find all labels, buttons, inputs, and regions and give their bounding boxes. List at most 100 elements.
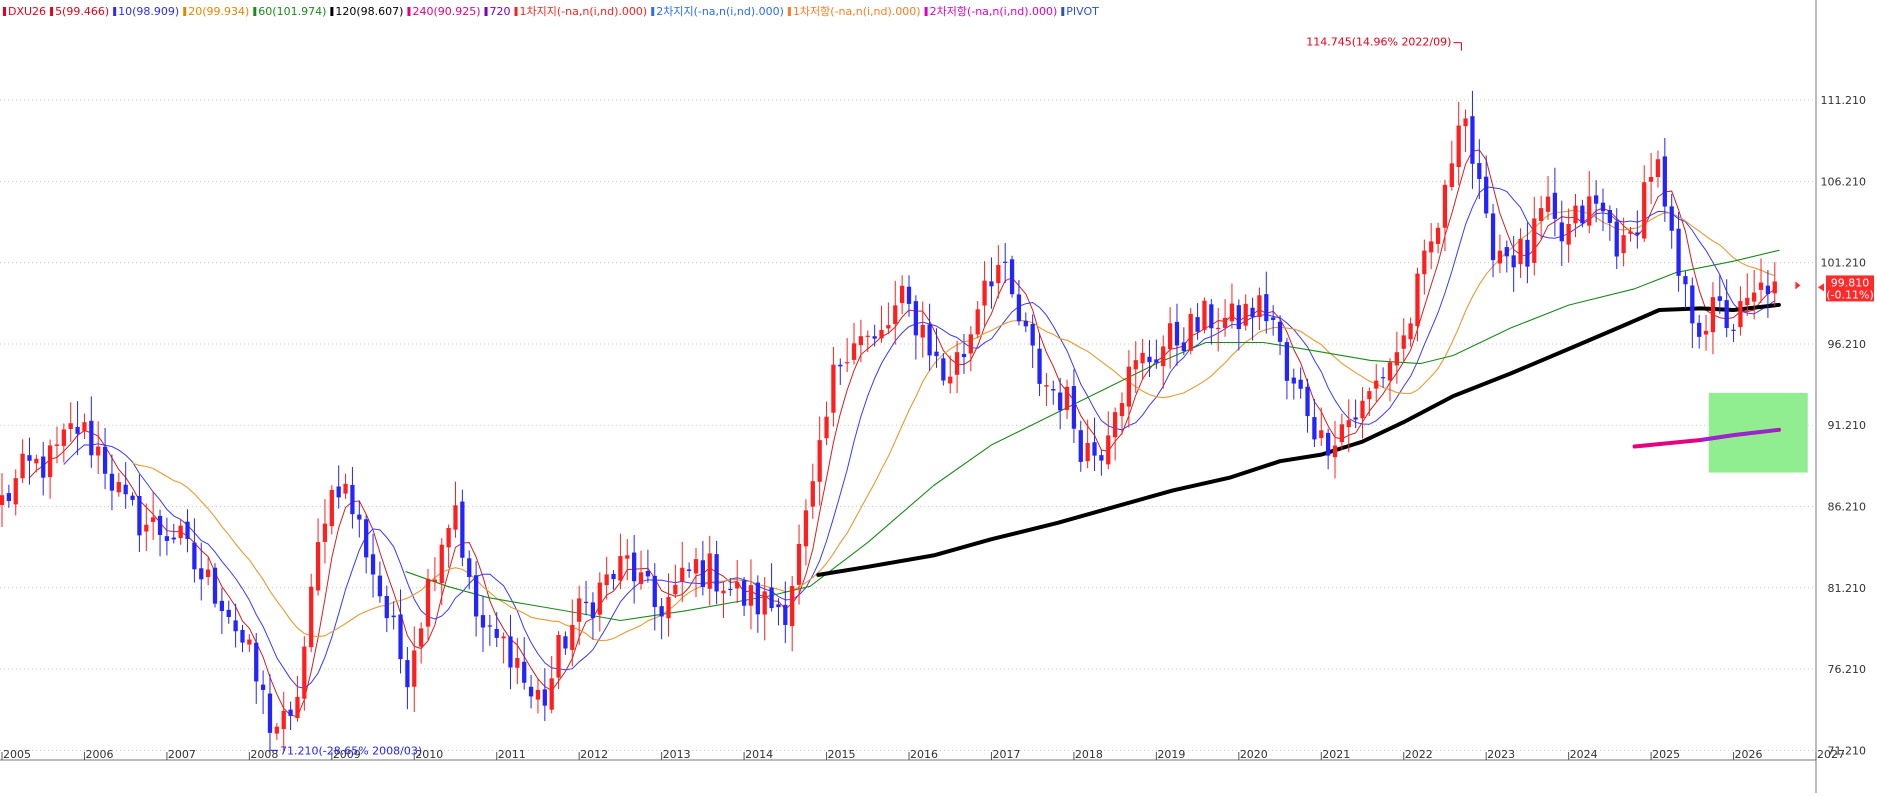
candle-body — [700, 560, 705, 588]
candle-body — [96, 446, 101, 456]
candle-body — [975, 309, 980, 335]
candle-body — [1195, 317, 1200, 332]
candle-body — [1408, 323, 1413, 340]
candle-body — [0, 495, 5, 505]
y-tick-label: 81.210 — [1828, 582, 1867, 595]
candle-body — [1264, 294, 1269, 322]
candle-body — [1724, 300, 1729, 328]
candle-body — [1119, 403, 1125, 417]
candle-body — [783, 604, 788, 625]
candle-body — [1085, 443, 1090, 462]
candle-body — [1394, 352, 1399, 366]
x-tick-label: 2014 — [745, 748, 773, 761]
candle-body — [370, 554, 376, 575]
legend-item: PIVOT — [1066, 5, 1099, 18]
legend-item: 5(99.466) — [55, 5, 109, 18]
candle-body — [522, 661, 527, 683]
candle-body — [315, 542, 321, 591]
candle-body — [563, 636, 568, 649]
candle-body — [817, 440, 822, 482]
candle-body — [1380, 377, 1386, 379]
y-tick-label: 106.210 — [1821, 175, 1867, 188]
candle-body — [240, 629, 245, 643]
candle-body — [755, 582, 760, 615]
candle-body — [302, 646, 307, 699]
candle-body — [645, 570, 651, 577]
candle-body — [1030, 323, 1035, 346]
candle-body — [322, 523, 328, 542]
candle-body — [1676, 228, 1681, 276]
candle-body — [27, 455, 32, 461]
candle-body — [1401, 335, 1406, 349]
legend-swatch — [514, 7, 518, 16]
candle-body — [1422, 250, 1427, 275]
candle-body — [728, 588, 733, 591]
candle-body — [508, 636, 513, 668]
candle-body — [350, 484, 355, 515]
candle-body — [1593, 195, 1599, 204]
candle-body — [412, 650, 417, 687]
candle-body — [274, 726, 279, 734]
candle-body — [267, 693, 273, 733]
candle-body — [1525, 239, 1530, 267]
candle-body — [714, 554, 719, 592]
candle-body — [1463, 118, 1468, 127]
candle-body — [934, 351, 939, 357]
candle-body — [1161, 346, 1166, 367]
legend-swatch — [330, 7, 334, 16]
candle-body — [171, 537, 176, 540]
candle-body — [1092, 442, 1097, 456]
candle-body — [707, 553, 712, 589]
candle-body — [611, 573, 616, 580]
candle-body — [1167, 323, 1173, 350]
candle-body — [247, 639, 252, 645]
candle-body — [810, 481, 815, 507]
candle-body — [1772, 281, 1777, 294]
candle-body — [295, 696, 300, 719]
candle-body — [1738, 301, 1743, 328]
x-tick-label: 2013 — [663, 748, 691, 761]
legend-swatch — [1061, 7, 1065, 16]
candle-body — [1216, 327, 1221, 330]
candle-body — [20, 453, 25, 479]
candle-body — [748, 585, 754, 606]
y-tick-label: 76.210 — [1828, 663, 1867, 676]
candle-body — [1174, 321, 1180, 346]
candle-body — [446, 527, 451, 548]
candle-body — [515, 657, 520, 668]
candle-body — [116, 481, 121, 493]
x-tick-label: 2016 — [910, 748, 938, 761]
candle-body — [1690, 285, 1695, 324]
candle-body — [494, 628, 499, 638]
legend-item: 1차저항(-na,n(i,nd).000) — [793, 5, 921, 18]
candle-body — [1346, 420, 1351, 428]
legend-swatch — [407, 7, 411, 16]
candle-body — [212, 567, 218, 604]
legend-swatch — [924, 7, 928, 16]
candle-body — [364, 519, 369, 558]
candle-body — [1559, 222, 1564, 242]
candle-body — [1071, 386, 1077, 429]
x-tick-label: 2005 — [3, 748, 31, 761]
candle-body — [206, 569, 211, 578]
y-tick-label: 91.210 — [1828, 419, 1867, 432]
candle-body — [1284, 342, 1290, 381]
candle-body — [796, 543, 802, 585]
candle-body — [13, 478, 18, 505]
candle-body — [535, 689, 541, 700]
candle-body — [1332, 445, 1338, 458]
candle-body — [1291, 377, 1296, 384]
candle-body — [1580, 205, 1585, 224]
candle-body — [872, 336, 877, 339]
candle-body — [288, 709, 293, 716]
candle-body — [570, 624, 575, 650]
candle-body — [851, 343, 857, 360]
candle-body — [1154, 359, 1159, 363]
candle-body — [1545, 196, 1551, 212]
candle-body — [1312, 417, 1317, 440]
legend-item: 2차지지(-na,n(i,nd).000) — [656, 5, 784, 18]
candle-body — [1229, 303, 1235, 322]
candle-body — [893, 305, 898, 324]
candle-body — [425, 578, 431, 627]
candle-body — [6, 493, 12, 502]
